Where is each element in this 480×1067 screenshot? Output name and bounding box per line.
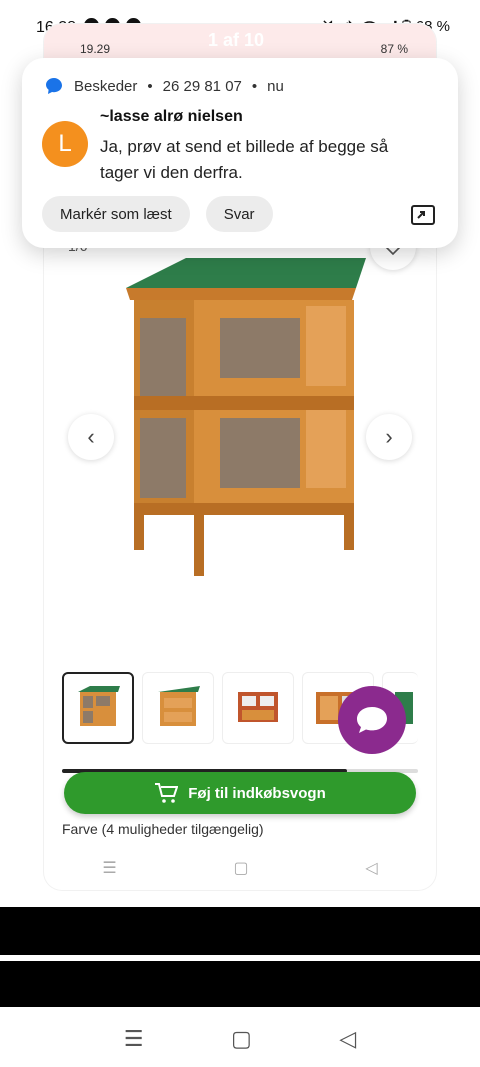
- thumbnail[interactable]: [62, 672, 134, 744]
- notification-app-name: Beskeder: [74, 77, 138, 95]
- chevron-left-icon: ‹: [87, 424, 95, 449]
- inner-battery: 87 %: [380, 42, 408, 56]
- message-notification[interactable]: Beskeder • 26 29 81 07 • nu L ~lasse alr…: [22, 58, 458, 248]
- separator-dot: •: [251, 77, 258, 95]
- notification-header: Beskeder • 26 29 81 07 • nu: [44, 76, 284, 96]
- inner-pager: 1 af 10: [208, 30, 265, 50]
- notification-number: 26 29 81 07: [162, 77, 242, 95]
- colour-options[interactable]: Farve (4 muligheder tilgængelig): [62, 821, 264, 837]
- hutch-thumbnail-image: [78, 686, 120, 726]
- screen: 16.28 68 % 19.29 1 af 10 87 % 1/6: [0, 0, 480, 1067]
- thumbnail[interactable]: [142, 672, 214, 744]
- recents-button[interactable]: ☰: [124, 1026, 144, 1052]
- menu-icon: ☰: [102, 860, 117, 877]
- add-to-cart-label: Føj til indkøbsvogn: [188, 784, 326, 802]
- inner-navigation-bar: ☰ ▢ ◁: [44, 846, 436, 890]
- hutch-thumbnail-image: [238, 692, 278, 722]
- thumbnail[interactable]: [222, 672, 294, 744]
- home-icon: ▢: [233, 860, 249, 877]
- chat-support-button[interactable]: [338, 686, 406, 754]
- navigation-bar: ☰ ▢ ◁: [0, 1010, 480, 1067]
- notification-actions: Markér som læst Svar: [42, 196, 273, 232]
- add-to-cart-button[interactable]: Føj til indkøbsvogn: [64, 772, 416, 814]
- chevron-right-icon: ›: [385, 424, 393, 449]
- chat-icon: [357, 707, 387, 733]
- next-image-button[interactable]: ›: [366, 414, 412, 460]
- back-icon: ◁: [365, 860, 378, 877]
- hutch-thumbnail-image: [158, 686, 200, 726]
- product-image[interactable]: [116, 248, 366, 578]
- cart-icon: [155, 783, 179, 803]
- back-button[interactable]: ◁: [339, 1026, 356, 1052]
- home-button[interactable]: ▢: [231, 1026, 252, 1052]
- sender-name: ~lasse alrø nielsen: [100, 108, 243, 125]
- message-text: Ja, prøv at send et billede af begge så …: [100, 137, 389, 182]
- notification-time: nu: [267, 77, 284, 95]
- prev-image-button[interactable]: ‹: [68, 414, 114, 460]
- avatar: L: [42, 121, 88, 167]
- black-band: [0, 961, 480, 1007]
- messages-app-icon: [46, 78, 62, 94]
- expand-image-icon[interactable]: [410, 204, 436, 226]
- separator-dot: •: [147, 77, 153, 95]
- black-band: [0, 907, 480, 955]
- mark-as-read-button[interactable]: Markér som læst: [42, 196, 190, 232]
- inner-status-time: 19.29: [80, 42, 111, 56]
- reply-button[interactable]: Svar: [205, 196, 273, 232]
